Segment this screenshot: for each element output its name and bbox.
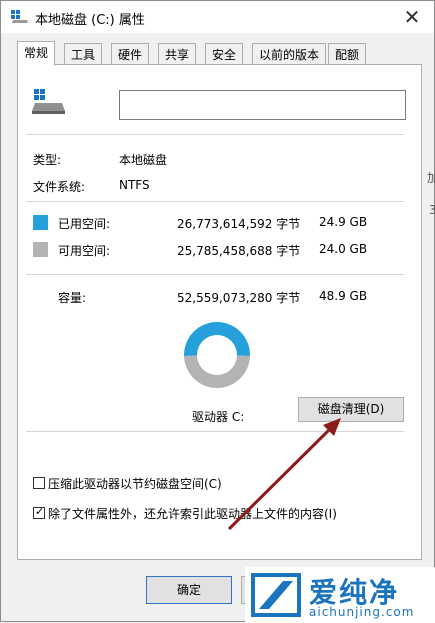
tab-sharing[interactable]: 共享	[158, 43, 197, 65]
divider	[26, 274, 404, 275]
tab-quota[interactable]: 配额	[328, 43, 367, 65]
used-space-gb: 24.9 GB	[319, 215, 368, 229]
drive-icon	[32, 89, 65, 114]
tab-general[interactable]: 常规	[17, 41, 56, 66]
checkmark-icon: ✓	[35, 505, 45, 518]
drive-letter-label: 驱动器 C:	[192, 410, 245, 424]
used-space-swatch	[33, 215, 48, 230]
used-space-label: 已用空间:	[58, 217, 111, 231]
used-space-bytes: 26,773,614,592 字节	[177, 217, 301, 231]
index-label[interactable]: 除了文件属性外，还允许索引此驱动器上文件的内容(I)	[48, 505, 337, 522]
drive-icon	[11, 10, 28, 23]
compress-label[interactable]: 压缩此驱动器以节约磁盘空间(C)	[48, 475, 222, 492]
tab-previous-versions[interactable]: 以前的版本	[252, 43, 327, 65]
divider	[26, 201, 404, 202]
free-space-swatch	[33, 242, 48, 257]
close-icon[interactable]: ✕	[398, 4, 426, 30]
tab-tools[interactable]: 工具	[64, 43, 103, 65]
title-bar: 本地磁盘 (C:) 属性 ✕	[1, 1, 434, 33]
index-checkbox[interactable]: ✓	[33, 505, 45, 519]
watermark: 爱纯净 aichunjing.com	[245, 567, 435, 623]
free-space-label: 可用空间:	[58, 244, 111, 258]
divider	[26, 134, 404, 135]
type-value: 本地磁盘	[119, 153, 168, 167]
free-space-gb: 24.0 GB	[319, 242, 368, 256]
tab-hardware[interactable]: 硬件	[111, 43, 150, 65]
capacity-bytes: 52,559,073,280 字节	[177, 291, 301, 305]
free-space-bytes: 25,785,458,688 字节	[177, 244, 301, 258]
donut-slice-used	[184, 322, 250, 356]
watermark-url: aichunjing.com	[309, 605, 415, 619]
capacity-gb: 48.9 GB	[319, 289, 368, 303]
filesystem-value: NTFS	[119, 178, 150, 192]
donut-slice-free	[184, 355, 250, 389]
brand-logo-icon	[251, 573, 301, 617]
disk-cleanup-button[interactable]: 磁盘清理(D)	[298, 397, 404, 422]
tab-security[interactable]: 安全	[205, 43, 244, 65]
properties-window: 本地磁盘 (C:) 属性 ✕ 加 3 常规 工具 硬件 共享 安全 以前的版本 …	[0, 0, 435, 623]
background-window-text: 加	[427, 171, 435, 185]
window-title: 本地磁盘 (C:) 属性	[35, 13, 145, 28]
capacity-label: 容量:	[58, 291, 87, 305]
compress-checkbox[interactable]	[33, 477, 45, 489]
drive-name-input[interactable]	[119, 90, 406, 120]
disk-usage-donut	[184, 322, 250, 389]
ok-button[interactable]: 确定	[146, 576, 232, 604]
divider	[26, 431, 404, 432]
type-label: 类型:	[33, 153, 62, 167]
filesystem-label: 文件系统:	[33, 180, 86, 194]
general-panel: 类型: 本地磁盘 文件系统: NTFS 已用空间: 26,773,614,592…	[17, 64, 422, 560]
background-window-text: 3	[429, 203, 435, 217]
